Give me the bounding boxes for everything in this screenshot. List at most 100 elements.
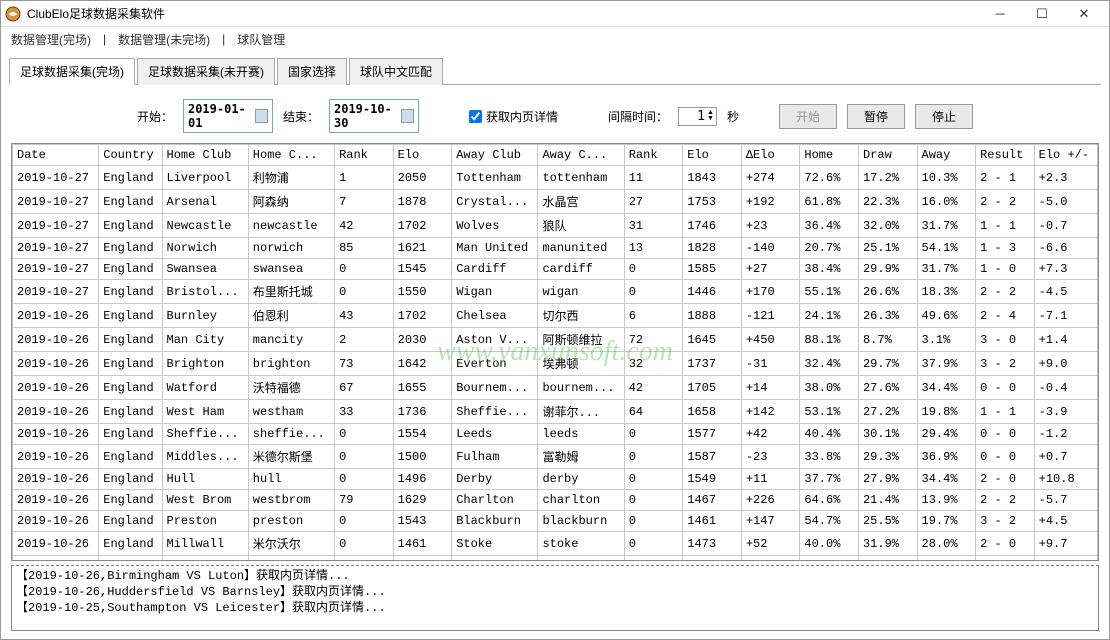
start-button[interactable]: 开始: [779, 104, 837, 129]
cell: 16.0%: [917, 190, 976, 214]
cell: +27: [741, 259, 800, 280]
col-header[interactable]: Elo: [393, 145, 452, 166]
cell: Liverpool: [162, 166, 248, 190]
table-row[interactable]: 2019-10-27EnglandBristol...布里斯托城01550Wig…: [13, 280, 1098, 304]
data-table-wrap[interactable]: www.yanxunsoft.com DateCountryHome ClubH…: [11, 143, 1099, 561]
table-row[interactable]: 2019-10-26EnglandWatford沃特福德671655Bourne…: [13, 376, 1098, 400]
cell: 1431: [683, 556, 742, 562]
cell: 2 - 1: [976, 166, 1035, 190]
cell: 54.1%: [917, 238, 976, 259]
cell: 61.8%: [800, 190, 859, 214]
col-header[interactable]: Away: [917, 145, 976, 166]
table-row[interactable]: 2019-10-27EnglandSwanseaswansea01545Card…: [13, 259, 1098, 280]
cell: 1 - 1: [976, 214, 1035, 238]
cell: westham: [248, 400, 334, 424]
tab-country[interactable]: 国家选择: [277, 58, 347, 85]
cell: 19.8%: [917, 400, 976, 424]
cell: 0 - 0: [976, 424, 1035, 445]
cell: +4.9: [1034, 556, 1097, 562]
log-panel[interactable]: 【2019-10-26,Birmingham VS Luton】获取内页详情..…: [11, 565, 1099, 631]
interval-input[interactable]: [681, 109, 705, 124]
close-button[interactable]: ✕: [1063, 2, 1105, 26]
table-row[interactable]: 2019-10-27EnglandNewcastlenewcastle42170…: [13, 214, 1098, 238]
cell: +0.7: [1034, 445, 1097, 469]
cell: 2019-10-27: [13, 259, 99, 280]
cell: Bristol...: [162, 280, 248, 304]
tab-unstarted[interactable]: 足球数据采集(未开赛): [137, 58, 275, 85]
calendar-icon[interactable]: [401, 109, 414, 123]
cell: 2050: [393, 166, 452, 190]
col-header[interactable]: Result: [976, 145, 1035, 166]
cell: 0 - 0: [976, 445, 1035, 469]
calendar-icon[interactable]: [255, 109, 268, 123]
col-header[interactable]: Country: [99, 145, 162, 166]
cell: 1496: [393, 469, 452, 490]
interval-spinner[interactable]: ▲▼: [678, 107, 717, 126]
cell: 2 - 0: [976, 532, 1035, 556]
col-header[interactable]: Draw: [858, 145, 917, 166]
cell: 79: [335, 490, 394, 511]
table-row[interactable]: 2019-10-26EnglandMan Citymancity22030Ast…: [13, 328, 1098, 352]
menu-teams[interactable]: 球队管理: [231, 31, 291, 48]
col-header[interactable]: Home C...: [248, 145, 334, 166]
cell: norwich: [248, 238, 334, 259]
cell: +42: [741, 424, 800, 445]
cell: 2019-10-26: [13, 445, 99, 469]
cell: 0: [335, 445, 394, 469]
pause-button[interactable]: 暂停: [847, 104, 905, 129]
table-row[interactable]: 2019-10-26EnglandWest Hamwestham331736Sh…: [13, 400, 1098, 424]
tab-finished[interactable]: 足球数据采集(完场): [9, 58, 135, 85]
stop-button[interactable]: 停止: [915, 104, 973, 129]
table-row[interactable]: 2019-10-26EnglandMillwall米尔沃尔01461Stokes…: [13, 532, 1098, 556]
cell: 2 - 2: [976, 190, 1035, 214]
detail-checkbox[interactable]: 获取内页详情: [469, 108, 558, 125]
table-row[interactable]: 2019-10-27EnglandArsenal阿森纳71878Crystal.…: [13, 190, 1098, 214]
cell: 阿森纳: [248, 190, 334, 214]
table-row[interactable]: 2019-10-26EnglandMiddles...米德尔斯堡01500Ful…: [13, 445, 1098, 469]
cell: 切尔西: [538, 304, 624, 328]
menu-data-finished[interactable]: 数据管理(完场): [5, 31, 97, 48]
col-header[interactable]: Rank: [624, 145, 683, 166]
col-header[interactable]: Away Club: [452, 145, 538, 166]
col-header[interactable]: Elo +/-: [1034, 145, 1097, 166]
table-row[interactable]: 2019-10-27EnglandLiverpool利物浦12050Totten…: [13, 166, 1098, 190]
col-header[interactable]: Elo: [683, 145, 742, 166]
table-row[interactable]: 2019-10-27EnglandNorwichnorwich851621Man…: [13, 238, 1098, 259]
minimize-button[interactable]: ─: [979, 2, 1021, 26]
cell: Norwich: [162, 238, 248, 259]
spinner-down-icon[interactable]: ▼: [707, 116, 714, 122]
cell: 1702: [393, 214, 452, 238]
cell: Preston: [162, 511, 248, 532]
cell: England: [99, 556, 162, 562]
col-header[interactable]: Away C...: [538, 145, 624, 166]
cell: +11: [741, 469, 800, 490]
cell: 1496: [393, 556, 452, 562]
tab-team-match[interactable]: 球队中文匹配: [349, 58, 443, 85]
table-row[interactable]: 2019-10-26EnglandBirminghambirmingham014…: [13, 556, 1098, 562]
table-row[interactable]: 2019-10-26EnglandPrestonpreston01543Blac…: [13, 511, 1098, 532]
end-date-input[interactable]: 2019-10-30: [329, 99, 419, 133]
cell: +130: [741, 556, 800, 562]
table-row[interactable]: 2019-10-26EnglandSheffie...sheffie...015…: [13, 424, 1098, 445]
cell: 1473: [683, 532, 742, 556]
maximize-button[interactable]: ☐: [1021, 2, 1063, 26]
col-header[interactable]: Date: [13, 145, 99, 166]
table-row[interactable]: 2019-10-26EnglandWest Bromwestbrom791629…: [13, 490, 1098, 511]
table-row[interactable]: 2019-10-26EnglandBrightonbrighton731642E…: [13, 352, 1098, 376]
app-title: ClubElo足球数据采集软件: [27, 5, 979, 22]
table-row[interactable]: 2019-10-26EnglandHullhull01496Derbyderby…: [13, 469, 1098, 490]
col-header[interactable]: Home: [800, 145, 859, 166]
cell: Hull: [162, 469, 248, 490]
cell: 1888: [683, 304, 742, 328]
cell: West Brom: [162, 490, 248, 511]
table-header-row: DateCountryHome ClubHome C...RankEloAway…: [13, 145, 1098, 166]
cell: birmingham: [248, 556, 334, 562]
start-date-input[interactable]: 2019-01-01: [183, 99, 273, 133]
cell: Everton: [452, 352, 538, 376]
detail-checkbox-input[interactable]: [469, 110, 482, 123]
table-row[interactable]: 2019-10-26EnglandBurnley伯恩利431702Chelsea…: [13, 304, 1098, 328]
col-header[interactable]: Rank: [335, 145, 394, 166]
col-header[interactable]: ΔElo: [741, 145, 800, 166]
menu-data-unfinished[interactable]: 数据管理(未完场): [112, 31, 216, 48]
col-header[interactable]: Home Club: [162, 145, 248, 166]
